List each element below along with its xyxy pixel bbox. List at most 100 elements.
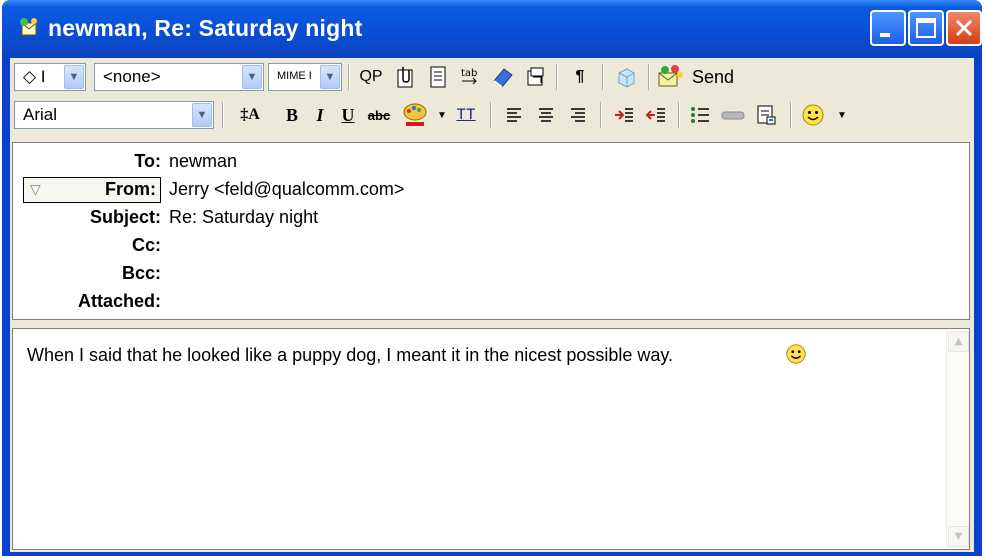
chevron-down-icon: ▼ bbox=[954, 531, 963, 542]
qp-label: QP bbox=[359, 68, 383, 85]
triangle-down-icon: ▽ bbox=[30, 181, 41, 197]
outdent-button[interactable] bbox=[642, 100, 670, 130]
subject-field[interactable]: Re: Saturday night bbox=[169, 207, 318, 228]
cc-label: Cc: bbox=[131, 235, 161, 255]
attached-field[interactable] bbox=[169, 291, 949, 315]
word-wrap-button[interactable] bbox=[424, 62, 452, 92]
font-size-icon: ‡ bbox=[240, 106, 249, 123]
toolbar-separator bbox=[648, 64, 650, 90]
scroll-down-button[interactable]: ▼ bbox=[948, 526, 969, 547]
keep-copies-button[interactable] bbox=[488, 62, 518, 92]
toolbar-separator bbox=[490, 102, 492, 128]
send-button[interactable]: Send bbox=[656, 62, 752, 92]
strikethrough-button[interactable]: abc bbox=[362, 100, 396, 130]
font-size-label: A bbox=[248, 106, 260, 123]
toolbar-separator bbox=[600, 102, 602, 128]
toolbar-separator bbox=[348, 64, 350, 90]
cube-icon bbox=[618, 68, 635, 88]
compose-mail-icon bbox=[20, 18, 37, 36]
bcc-field[interactable] bbox=[169, 263, 949, 287]
align-right-icon bbox=[571, 108, 585, 122]
bold-button[interactable]: B bbox=[280, 100, 304, 130]
italic-label: I bbox=[316, 104, 324, 125]
align-right-button[interactable] bbox=[564, 100, 592, 130]
teletype-button[interactable]: TT bbox=[448, 100, 484, 130]
toolbar-separator bbox=[678, 102, 680, 128]
from-button[interactable]: ▽ From: bbox=[23, 177, 161, 203]
maximize-icon bbox=[916, 18, 936, 38]
signature-value: <none> bbox=[103, 67, 161, 86]
header-row-from: ▽ From: Jerry <feld@qualcomm.com> bbox=[13, 177, 969, 205]
attached-label: Attached: bbox=[77, 291, 161, 311]
priority-select[interactable]: ◇ I ▼ bbox=[14, 63, 86, 91]
paperclip-document-icon bbox=[397, 67, 413, 88]
outdent-icon bbox=[645, 108, 665, 122]
scroll-up-button[interactable]: ▲ bbox=[948, 331, 969, 352]
text-color-button[interactable] bbox=[400, 100, 430, 130]
priority-value: ◇ I bbox=[23, 67, 46, 86]
close-button[interactable] bbox=[946, 10, 982, 46]
window-title: newman, Re: Saturday night bbox=[48, 15, 363, 41]
pilcrow-icon: ¶ bbox=[575, 68, 585, 85]
smiley-icon bbox=[786, 344, 806, 364]
header-row-attached: Attached: bbox=[13, 289, 969, 317]
show-paragraph-marks-button[interactable]: ¶ bbox=[566, 62, 594, 92]
underline-button[interactable]: U bbox=[336, 100, 360, 130]
align-center-button[interactable] bbox=[532, 100, 560, 130]
horizontal-rule-icon bbox=[721, 111, 745, 120]
vertical-scrollbar[interactable]: ▲ ▼ bbox=[946, 329, 969, 549]
indent-icon bbox=[615, 108, 633, 122]
minimize-button[interactable] bbox=[870, 10, 906, 46]
subject-label: Subject: bbox=[89, 207, 161, 227]
emoticon-dropdown[interactable]: ▼ bbox=[830, 100, 854, 130]
font-select[interactable]: Arial ▼ bbox=[14, 101, 214, 129]
tab-icon: tab bbox=[461, 68, 477, 85]
to-field[interactable]: newman bbox=[169, 151, 237, 172]
tab-in-body-button[interactable]: tab bbox=[456, 62, 484, 92]
header-row-to: To: newman bbox=[13, 149, 969, 177]
svg-text:tab: tab bbox=[461, 68, 477, 79]
underline-label: U bbox=[341, 104, 355, 125]
eraser-icon bbox=[493, 68, 513, 88]
chevron-down-icon[interactable]: ▼ bbox=[320, 65, 340, 89]
plugin-button[interactable] bbox=[612, 62, 640, 92]
title-bar[interactable]: newman, Re: Saturday night bbox=[2, 0, 982, 60]
toolbar-separator bbox=[556, 64, 558, 90]
chevron-down-icon[interactable]: ▼ bbox=[192, 103, 212, 127]
align-left-button[interactable] bbox=[500, 100, 528, 130]
copy-document-icon bbox=[527, 67, 544, 86]
text-as-attachment-button[interactable] bbox=[392, 62, 420, 92]
quoted-printable-button[interactable]: QP bbox=[356, 62, 386, 92]
font-size-button[interactable]: ‡ A bbox=[232, 100, 268, 130]
font-value: Arial bbox=[23, 105, 58, 124]
align-left-icon bbox=[507, 108, 521, 122]
mime-select[interactable]: MIME I ▼ bbox=[268, 63, 342, 91]
toolbar-separator bbox=[602, 64, 604, 90]
from-label: From: bbox=[105, 179, 156, 199]
header-row-bcc: Bcc: bbox=[13, 261, 969, 289]
palette-icon bbox=[403, 103, 427, 126]
chevron-down-icon[interactable]: ▼ bbox=[64, 65, 84, 89]
send-mail-icon bbox=[658, 65, 683, 87]
maximize-button[interactable] bbox=[908, 10, 944, 46]
toolbar-format: Arial ▼ ‡ A B I U abc ▼ TT ▼ bbox=[10, 98, 974, 132]
message-header: To: newman ▽ From: Jerry <feld@qualcomm.… bbox=[12, 142, 970, 320]
horizontal-rule-button[interactable] bbox=[718, 100, 748, 130]
signature-select[interactable]: <none> ▼ bbox=[94, 63, 264, 91]
return-receipt-button[interactable] bbox=[522, 62, 550, 92]
chevron-down-icon[interactable]: ▼ bbox=[242, 65, 262, 89]
insert-link-button[interactable] bbox=[752, 100, 782, 130]
small-arrow-icon: ▼ bbox=[437, 109, 447, 121]
from-field[interactable]: Jerry <feld@qualcomm.com> bbox=[169, 179, 404, 200]
header-row-cc: Cc: bbox=[13, 233, 969, 261]
message-body[interactable]: When I said that he looked like a puppy … bbox=[12, 328, 970, 550]
bcc-label: Bcc: bbox=[121, 263, 161, 283]
cc-field[interactable] bbox=[169, 235, 949, 259]
message-body-text[interactable]: When I said that he looked like a puppy … bbox=[27, 345, 673, 366]
insert-emoticon-button[interactable] bbox=[798, 100, 828, 130]
bullet-list-icon bbox=[691, 107, 709, 123]
bullet-list-button[interactable] bbox=[686, 100, 714, 130]
indent-button[interactable] bbox=[610, 100, 638, 130]
italic-button[interactable]: I bbox=[308, 100, 332, 130]
align-center-icon bbox=[539, 108, 553, 122]
